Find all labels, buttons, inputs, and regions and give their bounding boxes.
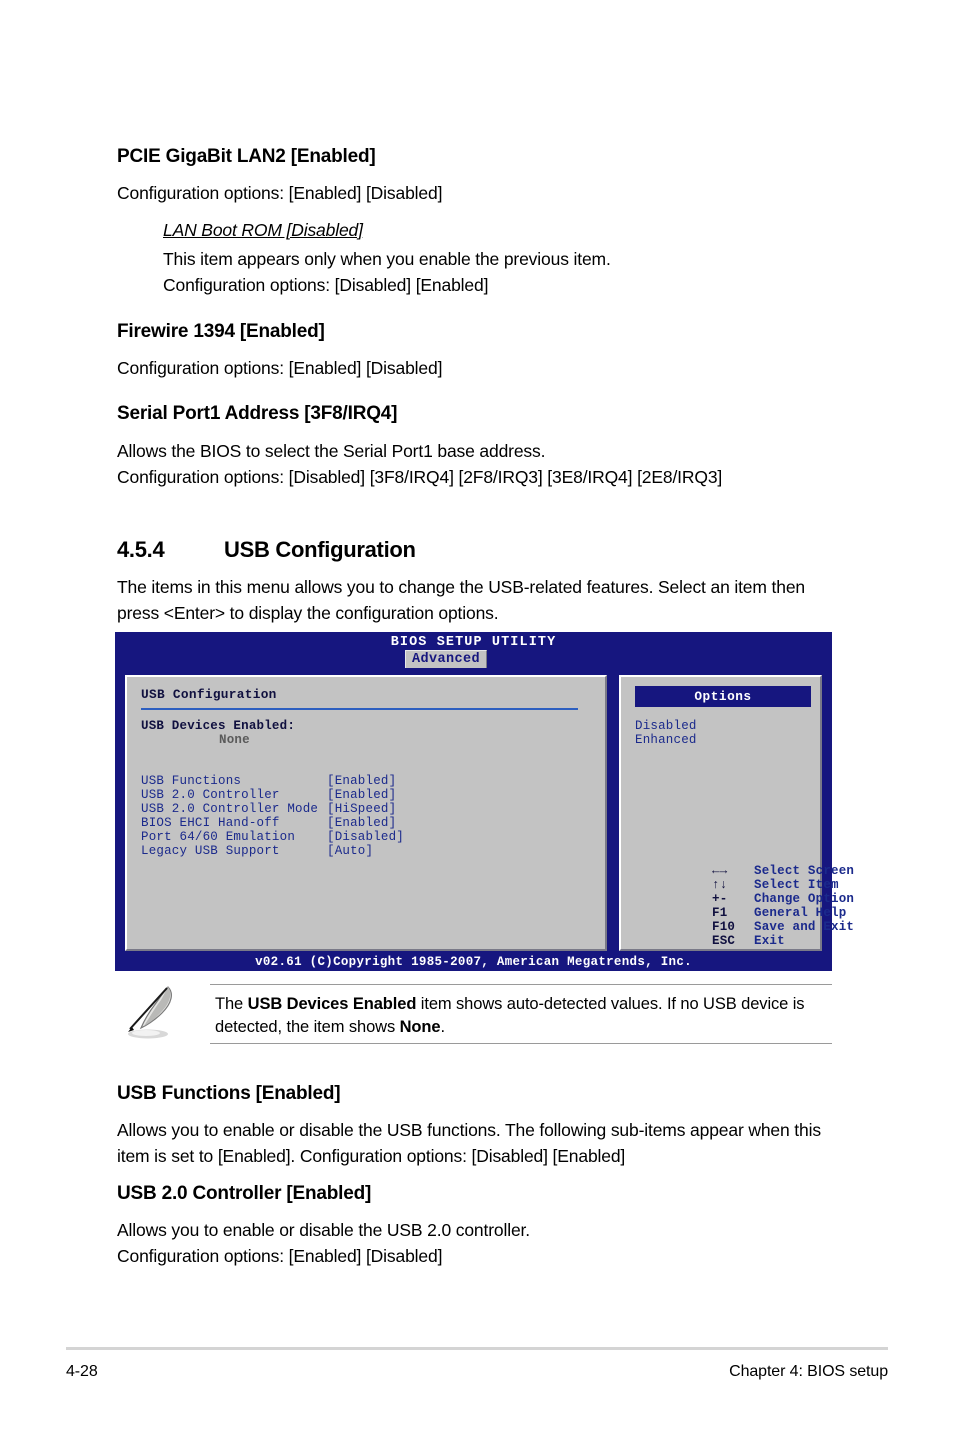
bios-tab-advanced[interactable]: Advanced bbox=[405, 650, 488, 668]
note-bottom-divider bbox=[210, 1043, 832, 1044]
heading-serial-port1-address: Serial Port1 Address [3F8/IRQ4] bbox=[117, 403, 398, 424]
usb-2-0-controller-description: Allows you to enable or disable the USB … bbox=[117, 1220, 530, 1240]
serial-port1-description: Allows the BIOS to select the Serial Por… bbox=[117, 441, 546, 461]
bios-item-label-port-64-60-emulation[interactable]: Port 64/60 Emulation bbox=[141, 830, 295, 844]
note-text-part1: The bbox=[215, 995, 248, 1013]
usb-functions-description: Allows you to enable or disable the USB … bbox=[117, 1120, 821, 1166]
bios-options-header: Options bbox=[635, 686, 811, 707]
bios-usb-devices-value: None bbox=[219, 733, 250, 747]
section-heading-usb-configuration: 4.5.4 USB Configuration bbox=[117, 537, 416, 563]
usb-configuration-intro: The items in this menu allows you to cha… bbox=[117, 577, 805, 623]
bios-item-label-usb-functions[interactable]: USB Functions bbox=[141, 774, 241, 788]
note-bold-none: None bbox=[399, 1018, 441, 1036]
bios-legend-label-exit: Exit bbox=[754, 934, 785, 948]
bios-setup-screenshot: BIOS SETUP UTILITY Advanced USB Configur… bbox=[115, 632, 854, 971]
quill-pen-icon bbox=[116, 984, 186, 1042]
bios-usb-devices-label: USB Devices Enabled: bbox=[141, 719, 296, 733]
heading-usb-functions: USB Functions [Enabled] bbox=[117, 1083, 341, 1104]
note-text: The USB Devices Enabled item shows auto-… bbox=[215, 993, 833, 1039]
subheading-lan-boot-rom: LAN Boot ROM [Disabled] bbox=[163, 220, 363, 240]
bios-heading-rule bbox=[141, 708, 578, 710]
serial-port1-options: Configuration options: [Disabled] [3F8/I… bbox=[117, 467, 723, 487]
bios-main-panel-border: USB Configuration USB Devices Enabled: N… bbox=[121, 671, 611, 955]
bios-panel-heading: USB Configuration bbox=[141, 687, 277, 702]
section-number: 4.5.4 bbox=[117, 537, 165, 562]
bios-main-panel: USB Configuration USB Devices Enabled: N… bbox=[125, 675, 607, 951]
lan-boot-rom-options: Configuration options: [Disabled] [Enabl… bbox=[163, 275, 489, 295]
bios-item-label-usb-2-0-controller[interactable]: USB 2.0 Controller bbox=[141, 788, 280, 802]
bios-option-disabled[interactable]: Disabled bbox=[635, 719, 697, 733]
document-page: PCIE GigaBit LAN2 [Enabled] Configuratio… bbox=[0, 0, 954, 1438]
bios-title-text: BIOS SETUP UTILITY bbox=[390, 635, 557, 650]
heading-pcie-gigabit-lan2: PCIE GigaBit LAN2 [Enabled] bbox=[117, 146, 376, 167]
bios-item-value-legacy-usb-support[interactable]: [Auto] bbox=[327, 844, 373, 858]
key-esc-icon: ESC bbox=[712, 934, 736, 948]
bios-item-value-usb-2-0-controller[interactable]: [Enabled] bbox=[327, 788, 396, 802]
heading-firewire-1394: Firewire 1394 [Enabled] bbox=[117, 321, 325, 342]
note-top-divider bbox=[210, 984, 832, 985]
pcie-config-options: Configuration options: [Enabled] [Disabl… bbox=[117, 183, 443, 203]
footer-divider bbox=[66, 1347, 888, 1350]
bios-item-value-usb-2-0-controller-mode[interactable]: [HiSpeed] bbox=[327, 802, 396, 816]
bios-item-label-bios-ehci-hand-off[interactable]: BIOS EHCI Hand-off bbox=[141, 816, 280, 830]
footer-page-number: 4-28 bbox=[66, 1363, 98, 1380]
bios-copyright-bar: v02.61 (C)Copyright 1985-2007, American … bbox=[115, 953, 832, 971]
bios-item-value-usb-functions[interactable]: [Enabled] bbox=[327, 774, 396, 788]
bios-item-label-legacy-usb-support[interactable]: Legacy USB Support bbox=[141, 844, 280, 858]
heading-usb-2-0-controller: USB 2.0 Controller [Enabled] bbox=[117, 1183, 372, 1204]
bios-item-value-bios-ehci-hand-off[interactable]: [Enabled] bbox=[327, 816, 396, 830]
section-title: USB Configuration bbox=[224, 537, 416, 562]
bios-options-panel-border: Options Disabled Enhanced ←→ Select Scree… bbox=[615, 671, 854, 955]
bios-item-label-usb-2-0-controller-mode[interactable]: USB 2.0 Controller Mode bbox=[141, 802, 318, 816]
note-bold-usb-devices-enabled: USB Devices Enabled bbox=[247, 995, 417, 1013]
bios-options-panel: Options Disabled Enhanced ←→ Select Scree… bbox=[619, 675, 854, 951]
note-text-part3: . bbox=[440, 1018, 445, 1036]
bios-option-enhanced[interactable]: Enhanced bbox=[635, 733, 697, 747]
usb-2-0-controller-options: Configuration options: [Enabled] [Disabl… bbox=[117, 1246, 443, 1266]
lan-boot-rom-note: This item appears only when you enable t… bbox=[163, 249, 611, 269]
bios-item-value-port-64-60-emulation[interactable]: [Disabled] bbox=[327, 830, 404, 844]
firewire-config-options: Configuration options: [Enabled] [Disabl… bbox=[117, 358, 443, 378]
footer-chapter-label: Chapter 4: BIOS setup bbox=[729, 1363, 888, 1380]
